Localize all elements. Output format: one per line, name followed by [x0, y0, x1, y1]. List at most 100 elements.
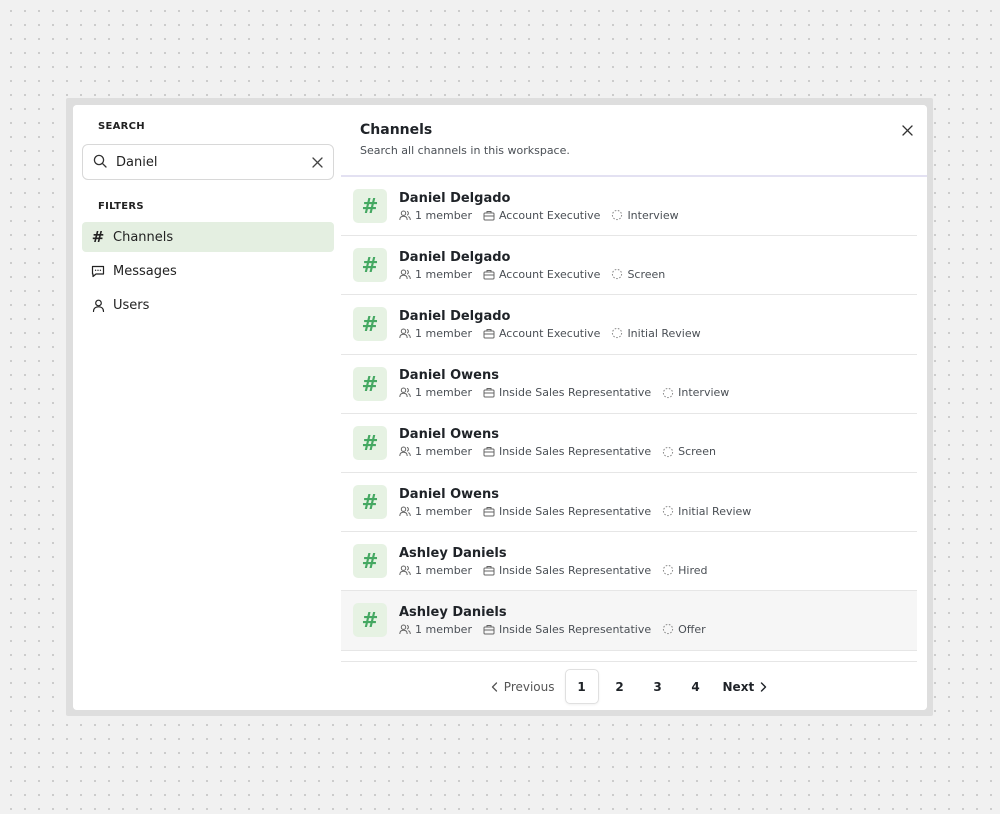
channel-meta: 1 member Inside Sales Representative Offer	[399, 623, 717, 636]
channel-hash-icon: #	[353, 366, 387, 401]
job-title: Inside Sales Representative	[498, 504, 652, 518]
previous-page-button[interactable]: Previous	[483, 669, 563, 704]
stage-label: Initial Review	[678, 504, 752, 518]
job-title: Inside Sales Representative	[498, 622, 652, 636]
next-label: Next	[722, 679, 755, 694]
row-text: Ashley Daniels 1 member Inside Sales Repre…	[399, 546, 718, 577]
channel-result-row[interactable]: # Daniel Owens 1 member Inside Sales Repres…	[341, 413, 917, 473]
message-square-icon	[90, 265, 106, 278]
channel-meta: 1 member Inside Sales Representative Scree…	[399, 445, 727, 458]
job-title: Account Executive	[498, 208, 601, 222]
filter-label: Channels	[113, 229, 174, 245]
channel-result-row[interactable]: # Ashley Daniels 1 member Inside Sales Repr…	[341, 532, 917, 592]
search-input[interactable]	[116, 154, 312, 170]
members-icon	[399, 565, 411, 576]
main-panel: Channels Search all channels in this wor…	[341, 105, 927, 710]
channel-name: Daniel Delgado	[399, 190, 511, 206]
channel-meta: 1 member Inside Sales Representative Hired	[399, 564, 718, 577]
channel-name: Daniel Owens	[399, 486, 499, 502]
search-modal: SEARCH FILTERS # Channels Messages	[73, 105, 927, 710]
chevron-right-icon	[760, 681, 767, 692]
channel-name: Ashley Daniels	[399, 604, 507, 620]
page-title: Channels	[360, 122, 433, 138]
channel-name: Daniel Owens	[399, 427, 499, 443]
channel-result-row[interactable]: # Daniel Owens 1 member Inside Sales Repres…	[341, 354, 917, 414]
channel-name: Daniel Delgado	[399, 308, 511, 324]
filters-section-label: FILTERS	[98, 201, 144, 212]
row-text: Ashley Daniels 1 member Inside Sales Repre…	[399, 605, 717, 636]
sidebar: SEARCH FILTERS # Channels Messages	[73, 105, 341, 710]
main-header: Channels Search all channels in this wor…	[341, 105, 927, 177]
results-list: # Daniel Delgado 1 member Account Executive…	[341, 177, 917, 651]
members-icon	[399, 506, 411, 517]
page-3-button[interactable]: 3	[641, 669, 675, 704]
row-text: Daniel Owens 1 member Inside Sales Represe…	[399, 368, 740, 399]
member-count: 1 member	[415, 445, 472, 459]
channel-result-row[interactable]: # Ashley Daniels 1 member Inside Sales Repr…	[341, 591, 917, 651]
job-title: Inside Sales Representative	[498, 563, 652, 577]
page-subtitle: Search all channels in this workspace.	[360, 144, 570, 157]
channel-result-row[interactable]: # Daniel Owens 1 member Inside Sales Repres…	[341, 472, 917, 533]
filter-label: Messages	[113, 263, 177, 279]
next-page-button[interactable]: Next	[715, 669, 776, 704]
stage-status-icon	[611, 268, 623, 280]
channel-result-row[interactable]: # Daniel Delgado 1 member Account Executive…	[341, 177, 917, 237]
briefcase-icon	[483, 387, 495, 398]
stage-status-icon	[611, 209, 623, 221]
member-count: 1 member	[415, 208, 472, 222]
briefcase-icon	[483, 210, 495, 221]
page-4-button[interactable]: 4	[679, 669, 713, 704]
member-count: 1 member	[415, 326, 472, 340]
filter-channels[interactable]: # Channels	[82, 222, 334, 252]
stage-label: Offer	[678, 622, 706, 636]
member-count: 1 member	[415, 563, 472, 577]
stage-label: Hired	[678, 563, 708, 577]
member-count: 1 member	[415, 622, 472, 636]
job-title: Inside Sales Representative	[498, 445, 652, 459]
row-text: Daniel Delgado 1 member Account Executive I…	[399, 309, 712, 340]
channel-meta: 1 member Account Executive Interview	[399, 209, 690, 222]
briefcase-icon	[483, 446, 495, 457]
hash-icon: #	[91, 228, 105, 246]
job-title: Inside Sales Representative	[498, 386, 652, 400]
stage-status-icon	[662, 564, 674, 576]
members-icon	[399, 624, 411, 635]
channel-meta: 1 member Account Executive Screen	[399, 268, 676, 281]
briefcase-icon	[483, 328, 495, 339]
channel-hash-icon: #	[353, 485, 387, 520]
search-box[interactable]	[82, 144, 334, 180]
search-icon	[93, 153, 107, 172]
filter-list: # Channels Messages Users	[82, 222, 334, 324]
member-count: 1 member	[415, 267, 472, 281]
stage-label: Interview	[678, 386, 730, 400]
stage-label: Screen	[627, 267, 666, 281]
filter-messages[interactable]: Messages	[82, 256, 334, 286]
stage-label: Interview	[627, 208, 679, 222]
stage-status-icon	[662, 387, 674, 399]
row-text: Daniel Owens 1 member Inside Sales Represe…	[399, 487, 762, 518]
briefcase-icon	[483, 565, 495, 576]
channel-result-row[interactable]: # Daniel Delgado 1 member Account Executive…	[341, 236, 917, 296]
page-1-button[interactable]: 1	[564, 669, 599, 704]
filter-users[interactable]: Users	[82, 290, 334, 320]
user-icon	[90, 299, 106, 312]
channel-meta: 1 member Inside Sales Representative Inter…	[399, 386, 740, 399]
members-icon	[399, 328, 411, 339]
clear-search-icon[interactable]	[312, 156, 323, 168]
channel-result-row[interactable]: # Daniel Delgado 1 member Account Executive…	[341, 295, 917, 355]
page-2-button[interactable]: 2	[603, 669, 637, 704]
stage-status-icon	[611, 327, 623, 339]
channel-name: Daniel Owens	[399, 368, 499, 384]
close-icon[interactable]	[902, 121, 913, 140]
channel-meta: 1 member Account Executive Initial Review	[399, 327, 712, 340]
member-count: 1 member	[415, 386, 472, 400]
channel-name: Ashley Daniels	[399, 545, 507, 561]
filter-label: Users	[113, 297, 150, 313]
row-text: Daniel Owens 1 member Inside Sales Represe…	[399, 427, 727, 458]
pagination: Previous 1 2 3 4 Next	[341, 669, 917, 704]
briefcase-icon	[483, 269, 495, 280]
chevron-left-icon	[491, 681, 497, 692]
channel-hash-icon: #	[353, 544, 387, 579]
row-text: Daniel Delgado 1 member Account Executive I…	[399, 191, 690, 222]
stage-status-icon	[662, 623, 674, 635]
